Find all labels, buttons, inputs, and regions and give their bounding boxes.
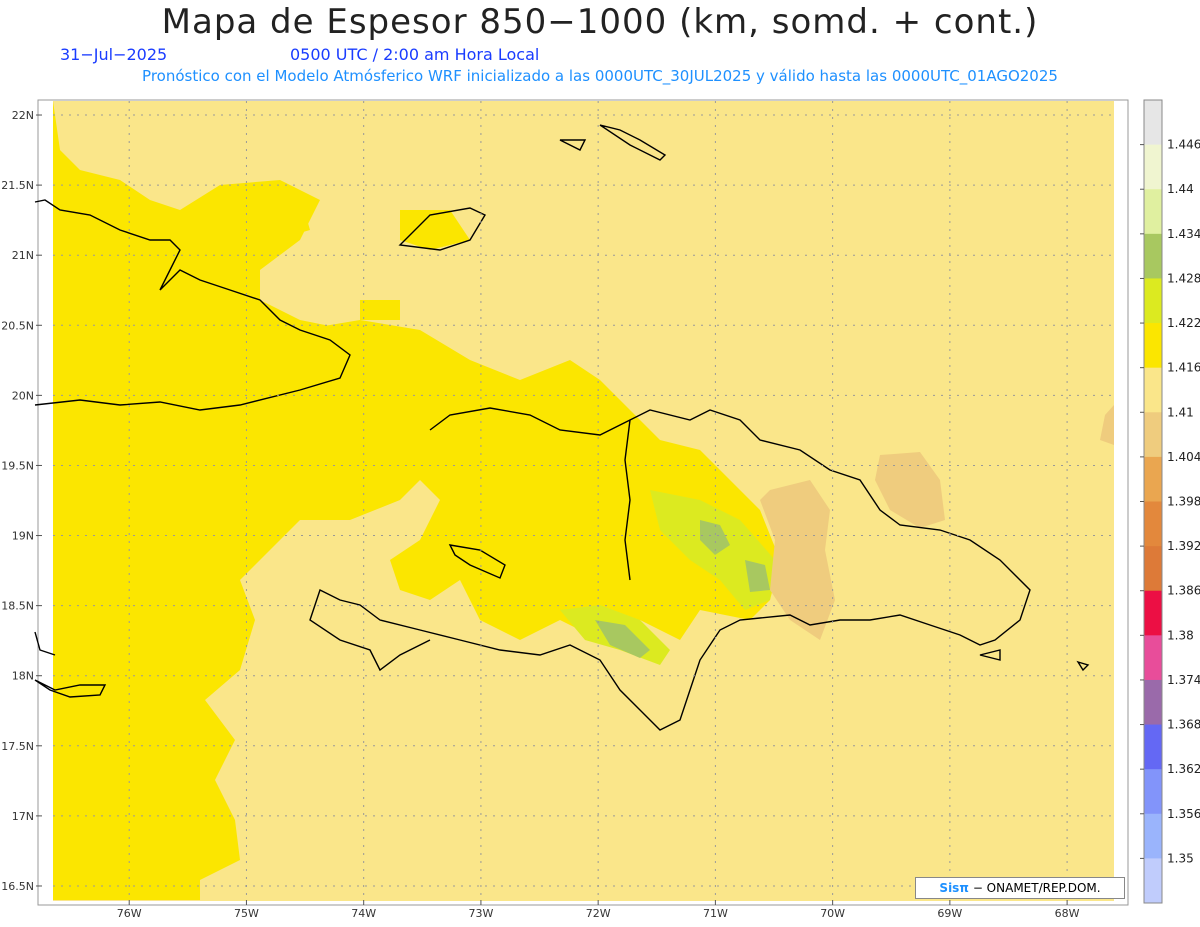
lat-tick-label: 22N [12, 109, 34, 122]
colorbar-label: 1.422 [1167, 316, 1200, 330]
colorbar-label: 1.374 [1167, 673, 1200, 687]
colorbar-label: 1.35 [1167, 851, 1194, 865]
lat-tick-label: 19.5N [1, 459, 34, 472]
lat-tick-label: 20.5N [1, 319, 34, 332]
credit-text: − ONAMET/REP.DOM. [972, 881, 1101, 895]
lat-tick-label: 17N [12, 810, 34, 823]
lat-tick-label: 16.5N [1, 880, 34, 893]
colorbar-segment [1144, 189, 1162, 235]
lon-tick-label: 72W [586, 907, 611, 920]
colorbar-segment [1144, 769, 1162, 815]
lon-tick-label: 68W [1055, 907, 1080, 920]
colorbar-label: 1.356 [1167, 807, 1200, 821]
colorbar-segment [1144, 546, 1162, 592]
map-canvas: 22N 21.5N 21N 20.5N 20N 19.5N 19N 18.5N 18N 17.5N… [1, 99, 1200, 920]
lon-tick-label: 69W [937, 907, 962, 920]
colorbar-segment [1144, 590, 1162, 636]
colorbar-label: 1.416 [1167, 361, 1200, 375]
latitude-labels: 22N 21.5N 21N 20.5N 20N 19.5N 19N 18.5N 18N 17.5N… [1, 109, 42, 893]
lon-tick-label: 71W [703, 907, 728, 920]
colorbar-label: 1.386 [1167, 584, 1200, 598]
colorbar-label: 1.398 [1167, 495, 1200, 509]
colorbar-segment [1144, 501, 1162, 547]
colorbar-segment [1144, 456, 1162, 502]
colorbar-segment [1144, 724, 1162, 770]
lon-tick-label: 73W [468, 907, 493, 920]
colorbar-label: 1.434 [1167, 227, 1200, 241]
lat-tick-label: 19N [12, 530, 34, 543]
lat-tick-label: 20N [12, 389, 34, 402]
lat-tick-label: 18.5N [1, 600, 34, 613]
sispi-logo: Sisπ [939, 881, 969, 895]
colorbar-segment [1144, 100, 1162, 146]
colorbar-segment [1144, 412, 1162, 458]
colorbar-segment [1144, 679, 1162, 726]
lat-tick-label: 21.5N [1, 179, 34, 192]
colorbar-segment [1144, 858, 1162, 904]
colorbar-label: 1.41 [1167, 405, 1194, 419]
lon-tick-label: 75W [234, 907, 259, 920]
colorbar-label: 1.404 [1167, 450, 1200, 464]
colorbar-label: 1.428 [1167, 271, 1200, 285]
lat-tick-label: 21N [12, 249, 34, 262]
colorbar-label: 1.362 [1167, 762, 1200, 776]
colorbar: 1.446 1.44 1.434 1.428 1.422 1.416 1.41 1.404 1.… [1140, 99, 1200, 904]
colorbar-label: 1.38 [1167, 628, 1194, 642]
colorbar-segment [1144, 278, 1162, 324]
colorbar-label: 1.44 [1167, 182, 1194, 196]
colorbar-segment [1144, 233, 1162, 279]
colorbar-segment [1144, 635, 1162, 681]
credit-box: Sisπ − ONAMET/REP.DOM. [915, 877, 1125, 899]
colorbar-label: 1.368 [1167, 718, 1200, 732]
lat-tick-label: 17.5N [1, 740, 34, 753]
colorbar-segment [1144, 323, 1162, 369]
colorbar-segment [1144, 813, 1162, 859]
lon-tick-label: 74W [351, 907, 376, 920]
colorbar-label: 1.446 [1167, 138, 1200, 152]
colorbar-label: 1.392 [1167, 539, 1200, 553]
lon-tick-label: 76W [117, 907, 142, 920]
lat-tick-label: 18N [12, 670, 34, 683]
colorbar-segment [1144, 144, 1162, 190]
colorbar-segment [1144, 367, 1162, 413]
lon-tick-label: 70W [820, 907, 845, 920]
